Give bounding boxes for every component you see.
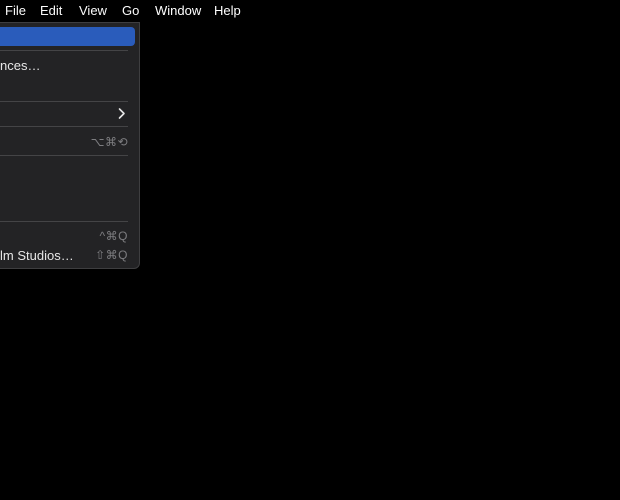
menu-separator <box>0 221 128 222</box>
menu-item-highlighted[interactable] <box>0 27 135 46</box>
menu-separator <box>0 126 128 127</box>
menu-file[interactable]: File <box>5 3 26 19</box>
menu-item-label: nces… <box>0 58 41 73</box>
menu-item-shortcut: ⌥⌘⟲ <box>90 135 128 149</box>
menu-item-quit[interactable]: lm Studios… ⇧⌘Q <box>0 246 139 265</box>
menu-help[interactable]: Help <box>214 3 241 19</box>
menu-item-quit-keep[interactable]: ^⌘Q <box>0 227 139 246</box>
menu-go[interactable]: Go <box>122 3 139 19</box>
menu-item-submenu[interactable] <box>0 104 139 123</box>
menu-item-hide-others[interactable]: ⌥⌘⟲ <box>0 133 139 152</box>
menu-view[interactable]: View <box>79 3 107 19</box>
menu-item-shortcut: ⇧⌘Q <box>95 248 128 262</box>
menu-separator <box>0 50 128 51</box>
menu-separator <box>0 101 128 102</box>
menu-item-label: lm Studios… <box>0 248 74 263</box>
menu-bar: File Edit View Go Window Help <box>0 0 620 22</box>
chevron-right-icon <box>118 108 125 119</box>
menu-window[interactable]: Window <box>155 3 201 19</box>
menu-item-preferences[interactable]: nces… <box>0 56 139 75</box>
menu-edit[interactable]: Edit <box>40 3 62 19</box>
menu-separator <box>0 155 128 156</box>
app-menu-dropdown: nces… ⌥⌘⟲ ^⌘Q lm Studios… ⇧⌘Q <box>0 22 140 269</box>
menu-item-shortcut: ^⌘Q <box>99 229 128 243</box>
